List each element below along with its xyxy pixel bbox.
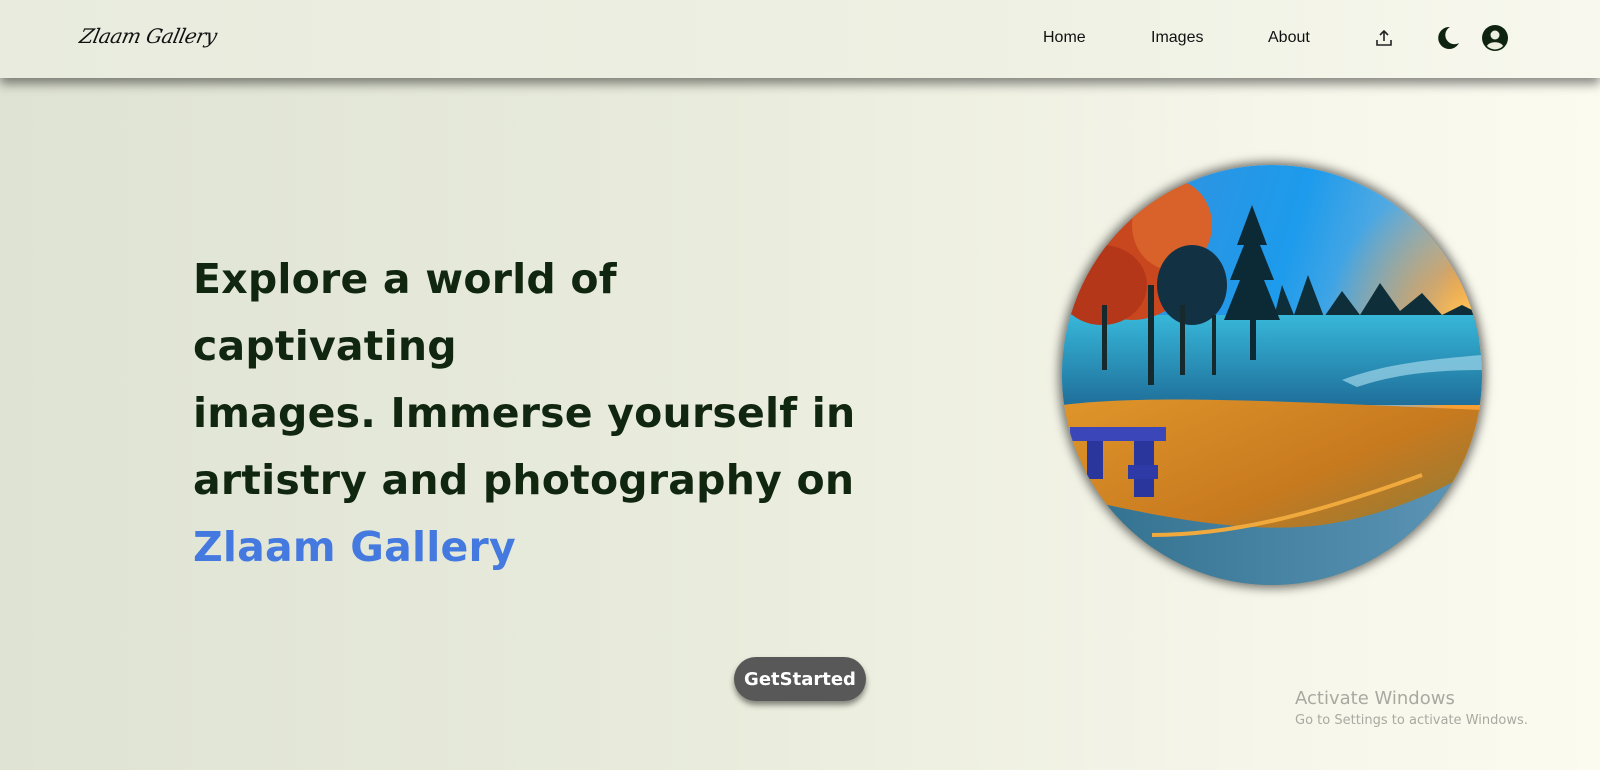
brand-logo[interactable]: Zlaam Gallery <box>77 24 218 48</box>
watermark-title: Activate Windows <box>1295 688 1455 709</box>
nav-link-about[interactable]: About <box>1268 29 1310 47</box>
user-icon[interactable] <box>1481 24 1509 52</box>
moon-icon[interactable] <box>1433 24 1461 52</box>
nav-link-home[interactable]: Home <box>1043 29 1086 47</box>
hero-headline-line: Explore a world of captivating <box>193 255 617 370</box>
nav-link-images[interactable]: Images <box>1151 29 1203 47</box>
top-navbar: Zlaam Gallery Home Images About <box>0 0 1600 78</box>
hero-headline: Explore a world of captivating images. I… <box>193 246 893 581</box>
hero-circular-image <box>1062 165 1482 585</box>
hero-brand-highlight: Zlaam Gallery <box>193 523 516 571</box>
upload-icon[interactable] <box>1374 28 1394 48</box>
hero-headline-line: images. Immerse yourself in <box>193 389 856 437</box>
windows-activation-watermark: Activate Windows Go to Settings to activ… <box>1295 688 1528 728</box>
landscape-photo <box>1062 165 1482 585</box>
watermark-subtitle: Go to Settings to activate Windows. <box>1295 713 1528 728</box>
hero-headline-line: artistry and photography on <box>193 456 855 504</box>
get-started-button[interactable]: GetStarted <box>734 657 866 701</box>
